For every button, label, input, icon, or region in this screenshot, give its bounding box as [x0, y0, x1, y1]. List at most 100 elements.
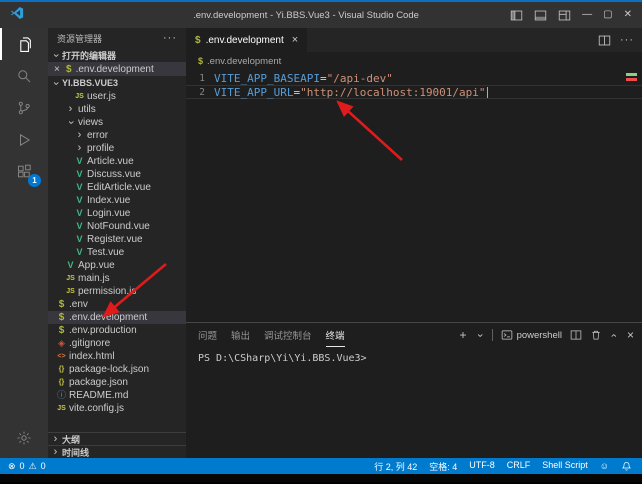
status-indentation[interactable]: 空格: 4 — [429, 460, 457, 473]
tree-item-label: permission.js — [78, 286, 136, 297]
activity-explorer[interactable] — [0, 28, 48, 60]
editor-tab-label: .env.development — [206, 35, 284, 46]
vue-icon: V — [74, 170, 85, 179]
tree-item[interactable]: VDiscuss.vue — [48, 168, 186, 181]
outline-section[interactable]: › 大纲 — [48, 432, 186, 445]
tree-folder[interactable]: ›error — [48, 129, 186, 142]
tree-folder[interactable]: ›profile — [48, 142, 186, 155]
activity-search[interactable] — [0, 60, 48, 92]
tree-item[interactable]: JSvite.config.js — [48, 402, 186, 415]
tree-item[interactable]: ⓘREADME.md — [48, 389, 186, 402]
tree-item-label: Login.vue — [87, 208, 130, 219]
tree-item-label: EditArticle.vue — [87, 182, 151, 193]
status-eol[interactable]: CRLF — [507, 460, 531, 473]
code-editor[interactable]: 1VITE_APP_BASEAPI="/api-dev"2VITE_APP_UR… — [186, 70, 642, 322]
split-editor-icon[interactable] — [598, 34, 611, 47]
window-edge — [0, 474, 642, 482]
tree-item[interactable]: $.env — [48, 298, 186, 311]
git-icon: ◈ — [56, 339, 67, 348]
code-line[interactable]: 1VITE_APP_BASEAPI="/api-dev" — [186, 71, 642, 85]
tree-item[interactable]: VEditArticle.vue — [48, 181, 186, 194]
editor-tab[interactable]: $ .env.development × — [186, 28, 307, 52]
info-icon: ⓘ — [56, 391, 67, 400]
open-editor-item[interactable]: × $ .env.development — [48, 62, 186, 76]
panel-tab-terminal[interactable]: 终端 — [326, 323, 345, 347]
tree-item[interactable]: ◈.gitignore — [48, 337, 186, 350]
status-encoding[interactable]: UTF-8 — [469, 460, 495, 473]
env-key: VITE_APP_URL — [214, 86, 293, 99]
tree-item[interactable]: VApp.vue — [48, 259, 186, 272]
tree-item-label: .gitignore — [69, 338, 110, 349]
status-cursor-position[interactable]: 行 2, 列 42 — [374, 460, 417, 473]
workspace-section[interactable]: › YI.BBS.VUE3 — [48, 76, 186, 90]
terminal-output[interactable]: PS D:\CSharp\Yi\Yi.BBS.Vue3> — [186, 347, 642, 458]
bottom-panel: 问题输出调试控制台终端 + › powershell › × — [186, 322, 642, 458]
close-button[interactable]: ✕ — [624, 10, 632, 20]
vue-icon: V — [74, 209, 85, 218]
tree-item[interactable]: $.env.development — [48, 311, 186, 324]
panel-tab-problems[interactable]: 问题 — [198, 323, 217, 347]
breadcrumb[interactable]: $ .env.development — [186, 52, 642, 70]
terminal-shell-selector[interactable]: powershell — [501, 329, 562, 341]
tree-item[interactable]: VTest.vue — [48, 246, 186, 259]
vscode-window: .env.development - Yi.BBS.Vue3 - Visual … — [0, 0, 642, 482]
maximize-panel-icon[interactable]: › — [609, 331, 620, 340]
tree-item[interactable]: JSuser.js — [48, 90, 186, 103]
panel-tab-debug-console[interactable]: 调试控制台 — [264, 323, 312, 347]
customize-layout-icon[interactable] — [558, 9, 571, 22]
tree-item[interactable]: {}package.json — [48, 376, 186, 389]
file-tree: JSuser.js›utils›views›error›profileVArti… — [48, 90, 186, 415]
env-value: "/api-dev" — [327, 72, 393, 85]
open-editors-section[interactable]: › 打开的编辑器 — [48, 48, 186, 62]
toggle-panel-icon[interactable] — [534, 9, 547, 22]
panel-tab-output[interactable]: 输出 — [231, 323, 250, 347]
vue-icon: V — [74, 235, 85, 244]
close-editor-icon[interactable]: × — [54, 64, 62, 75]
toggle-sidebar-icon[interactable] — [510, 9, 523, 22]
env-icon: $ — [56, 326, 67, 336]
tree-item-label: Index.vue — [87, 195, 130, 206]
tree-item[interactable]: {}package-lock.json — [48, 363, 186, 376]
tree-folder[interactable]: ›views — [48, 116, 186, 129]
activity-run-debug[interactable] — [0, 124, 48, 156]
minimize-button[interactable]: — — [582, 10, 592, 20]
tree-item[interactable]: VArticle.vue — [48, 155, 186, 168]
operator: = — [293, 86, 300, 99]
kill-terminal-icon[interactable] — [590, 329, 602, 341]
views-and-more-actions-icon[interactable]: ··· — [163, 32, 177, 44]
status-language-mode[interactable]: Shell Script — [542, 460, 588, 473]
new-terminal-icon[interactable]: + — [460, 329, 467, 341]
vue-icon: V — [65, 261, 76, 270]
tree-folder[interactable]: ›utils — [48, 103, 186, 116]
activity-extensions[interactable]: 1 — [0, 156, 48, 188]
tree-item[interactable]: <>index.html — [48, 350, 186, 363]
more-actions-icon[interactable]: ··· — [620, 34, 634, 46]
tree-item[interactable]: JSpermission.js — [48, 285, 186, 298]
activity-settings[interactable] — [0, 422, 48, 454]
tree-item[interactable]: JSmain.js — [48, 272, 186, 285]
chevron-right-icon: › — [51, 447, 60, 458]
close-panel-icon[interactable]: × — [627, 329, 634, 341]
status-items: 行 2, 列 42 空格: 4 UTF-8 CRLF Shell Script — [374, 460, 588, 473]
notifications-bell-icon[interactable] — [621, 461, 632, 472]
tree-item[interactable]: VRegister.vue — [48, 233, 186, 246]
window-title: .env.development - Yi.BBS.Vue3 - Visual … — [110, 10, 502, 21]
js-icon: JS — [65, 275, 76, 282]
maximize-button[interactable]: ▢ — [603, 10, 612, 20]
vue-icon: V — [74, 222, 85, 231]
tree-item[interactable]: $.env.production — [48, 324, 186, 337]
tree-item[interactable]: VIndex.vue — [48, 194, 186, 207]
panel-actions-separator — [492, 329, 493, 341]
feedback-smiley-icon[interactable]: ☺ — [600, 461, 609, 471]
terminal-dropdown-icon[interactable]: › — [474, 331, 485, 340]
code-line[interactable]: 2VITE_APP_URL="http://localhost:19001/ap… — [186, 85, 642, 99]
problems-status[interactable]: ⊗ 0 ⚠ 0 — [8, 461, 46, 472]
tree-item[interactable]: VNotFound.vue — [48, 220, 186, 233]
tree-item[interactable]: VLogin.vue — [48, 207, 186, 220]
activity-source-control[interactable] — [0, 92, 48, 124]
split-terminal-icon[interactable] — [570, 329, 582, 341]
chevron-down-icon: › — [50, 51, 61, 60]
close-tab-icon[interactable]: × — [292, 34, 298, 46]
timeline-section[interactable]: › 时间线 — [48, 445, 186, 458]
run-debug-icon — [16, 132, 32, 148]
